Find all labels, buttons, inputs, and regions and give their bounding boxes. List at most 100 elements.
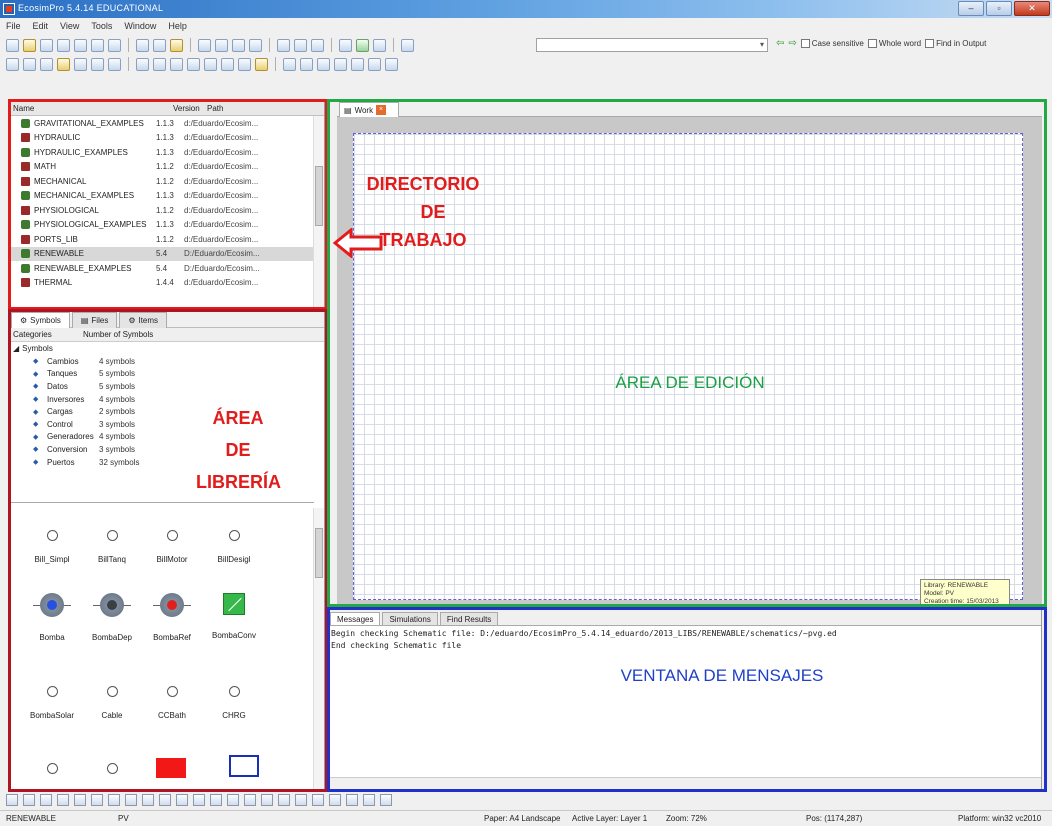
distribute-icon[interactable]	[334, 57, 347, 71]
group-icon[interactable]	[351, 57, 364, 71]
symbol-item[interactable]: CHRG	[199, 686, 269, 720]
directory-row[interactable]: RENEWABLE 5.4 D:/Eduardo/Ecosim...	[9, 246, 324, 261]
flag-tool-icon[interactable]	[91, 794, 103, 806]
category-item[interactable]: ◆ Cambios 4 symbols	[9, 355, 324, 368]
align-bottom-icon[interactable]	[227, 794, 239, 806]
find-icon[interactable]	[277, 38, 290, 52]
menu-file[interactable]: File	[6, 21, 21, 31]
new-file-icon[interactable]	[6, 38, 19, 52]
properties-icon[interactable]	[368, 57, 381, 71]
symbol-item[interactable]: BillDesigl	[199, 530, 269, 564]
bring-front-icon[interactable]	[329, 794, 341, 806]
stop-icon[interactable]	[373, 38, 386, 52]
menu-view[interactable]: View	[60, 21, 79, 31]
partition-icon[interactable]	[74, 57, 87, 71]
find-next-icon[interactable]: ⇨	[788, 38, 796, 49]
directory-row[interactable]: HYDRAULIC 1.1.3 d:/Eduardo/Ecosim...	[9, 131, 324, 146]
pan-icon[interactable]	[255, 57, 268, 71]
ac-source-symbol[interactable]	[156, 758, 186, 778]
triangle-tool-icon[interactable]	[74, 794, 86, 806]
symbols-scrollbar[interactable]	[313, 508, 324, 789]
save-icon[interactable]	[40, 38, 53, 52]
case-sensitive-option[interactable]: Case sensitive	[800, 39, 864, 49]
align-top-icon[interactable]	[193, 794, 205, 806]
table-icon[interactable]	[153, 57, 166, 71]
close-file-icon[interactable]	[74, 38, 87, 52]
zoom-out-icon[interactable]	[204, 57, 217, 71]
directory-row[interactable]: MATH 1.1.2 d:/Eduardo/Ecosim...	[9, 160, 324, 175]
run-icon[interactable]	[356, 38, 369, 52]
print-icon[interactable]	[91, 38, 104, 52]
close-tab-icon[interactable]: ×	[376, 105, 387, 115]
zoom-in-icon[interactable]	[187, 57, 200, 71]
experiment-icon[interactable]	[91, 57, 104, 71]
deck-icon[interactable]	[108, 57, 121, 71]
tab-files[interactable]: ▤ Files	[71, 312, 118, 328]
split-view-icon[interactable]	[249, 38, 262, 52]
text-tool-icon[interactable]	[40, 794, 52, 806]
find-input[interactable]	[536, 38, 768, 52]
same-height-icon[interactable]	[295, 794, 307, 806]
minimize-button[interactable]: –	[958, 1, 984, 16]
window-layout-icon[interactable]	[232, 38, 245, 52]
whole-word-option[interactable]: Whole word	[867, 39, 921, 49]
find-dropdown-icon[interactable]: ▾	[760, 40, 764, 49]
tab-find-results[interactable]: Find Results	[439, 612, 499, 625]
rotate-icon[interactable]	[363, 794, 375, 806]
pump-symbol[interactable]: BombaRef	[137, 593, 207, 642]
tab-work[interactable]: ▤ Work ×	[339, 102, 399, 117]
back-icon[interactable]	[294, 38, 307, 52]
column-path[interactable]: Path	[203, 104, 223, 113]
directory-row[interactable]: PHYSIOLOGICAL 1.1.2 d:/Eduardo/Ecosim...	[9, 203, 324, 218]
messages-hscrollbar[interactable]	[328, 777, 1041, 789]
wire-tool-icon[interactable]	[23, 794, 35, 806]
converter-symbol[interactable]: BombaConv	[199, 593, 269, 640]
copy-icon[interactable]	[153, 38, 166, 52]
undo-icon[interactable]	[198, 38, 211, 52]
tab-items[interactable]: ⚙ Items	[119, 312, 168, 328]
copy-tool-icon[interactable]	[108, 794, 120, 806]
cut-icon[interactable]	[136, 38, 149, 52]
zoom-area-icon[interactable]	[238, 57, 251, 71]
space-v-icon[interactable]	[261, 794, 273, 806]
column-name[interactable]: Name	[9, 104, 169, 113]
menu-edit[interactable]: Edit	[33, 21, 49, 31]
tab-messages[interactable]: Messages	[330, 612, 381, 625]
directory-row[interactable]: RENEWABLE_EXAMPLES 5.4 D:/Eduardo/Ecosim..…	[9, 261, 324, 276]
open-folder-icon[interactable]	[23, 38, 36, 52]
send-back-icon[interactable]	[346, 794, 358, 806]
directory-row[interactable]: PHYSIOLOGICAL_EXAMPLES 1.1.3 d:/Eduardo/Ec…	[9, 218, 324, 233]
column-number-symbols[interactable]: Number of Symbols	[79, 330, 153, 339]
battery-symbol[interactable]	[229, 755, 259, 777]
directory-row[interactable]: THERMAL 1.4.4 d:/Eduardo/Ecosim...	[9, 276, 324, 291]
directory-row[interactable]: MECHANICAL_EXAMPLES 1.1.3 d:/Eduardo/Ecosi…	[9, 189, 324, 204]
find-in-output-option[interactable]: Find in Output	[925, 39, 986, 49]
column-categories[interactable]: Categories	[9, 330, 79, 339]
category-item[interactable]: ◆ Datos 5 symbols	[9, 380, 324, 393]
tree-root-symbols[interactable]: ◢ Symbols	[9, 342, 324, 355]
space-h-icon[interactable]	[244, 794, 256, 806]
find-prev-icon[interactable]: ⇦	[776, 38, 784, 49]
flip-icon[interactable]	[380, 794, 392, 806]
paste-tool-icon[interactable]	[125, 794, 137, 806]
directory-row[interactable]: HYDRAULIC_EXAMPLES 1.1.3 d:/Eduardo/Ecosim…	[9, 145, 324, 160]
tab-symbols[interactable]: ⚙ Symbols	[11, 312, 70, 328]
library-icon[interactable]	[23, 57, 36, 71]
package-icon[interactable]	[40, 57, 53, 71]
align-middle-icon[interactable]	[210, 794, 222, 806]
menu-help[interactable]: Help	[168, 21, 187, 31]
grid-icon[interactable]	[136, 57, 149, 71]
symbol-editor-icon[interactable]	[283, 57, 296, 71]
select-tool-icon[interactable]	[6, 794, 18, 806]
close-button[interactable]: ✕	[1014, 1, 1050, 16]
compile-icon[interactable]	[339, 38, 352, 52]
directory-row[interactable]: PORTS_LIB 1.1.2 d:/Eduardo/Ecosim...	[9, 232, 324, 247]
align-center-icon[interactable]	[159, 794, 171, 806]
directory-scrollbar[interactable]	[313, 116, 324, 308]
component-icon[interactable]	[57, 57, 70, 71]
zoom-fit-icon[interactable]	[221, 57, 234, 71]
connect-icon[interactable]	[300, 57, 313, 71]
document-icon[interactable]	[385, 57, 398, 71]
binoculars-icon[interactable]	[401, 38, 414, 52]
tab-simulations[interactable]: Simulations	[382, 612, 438, 625]
